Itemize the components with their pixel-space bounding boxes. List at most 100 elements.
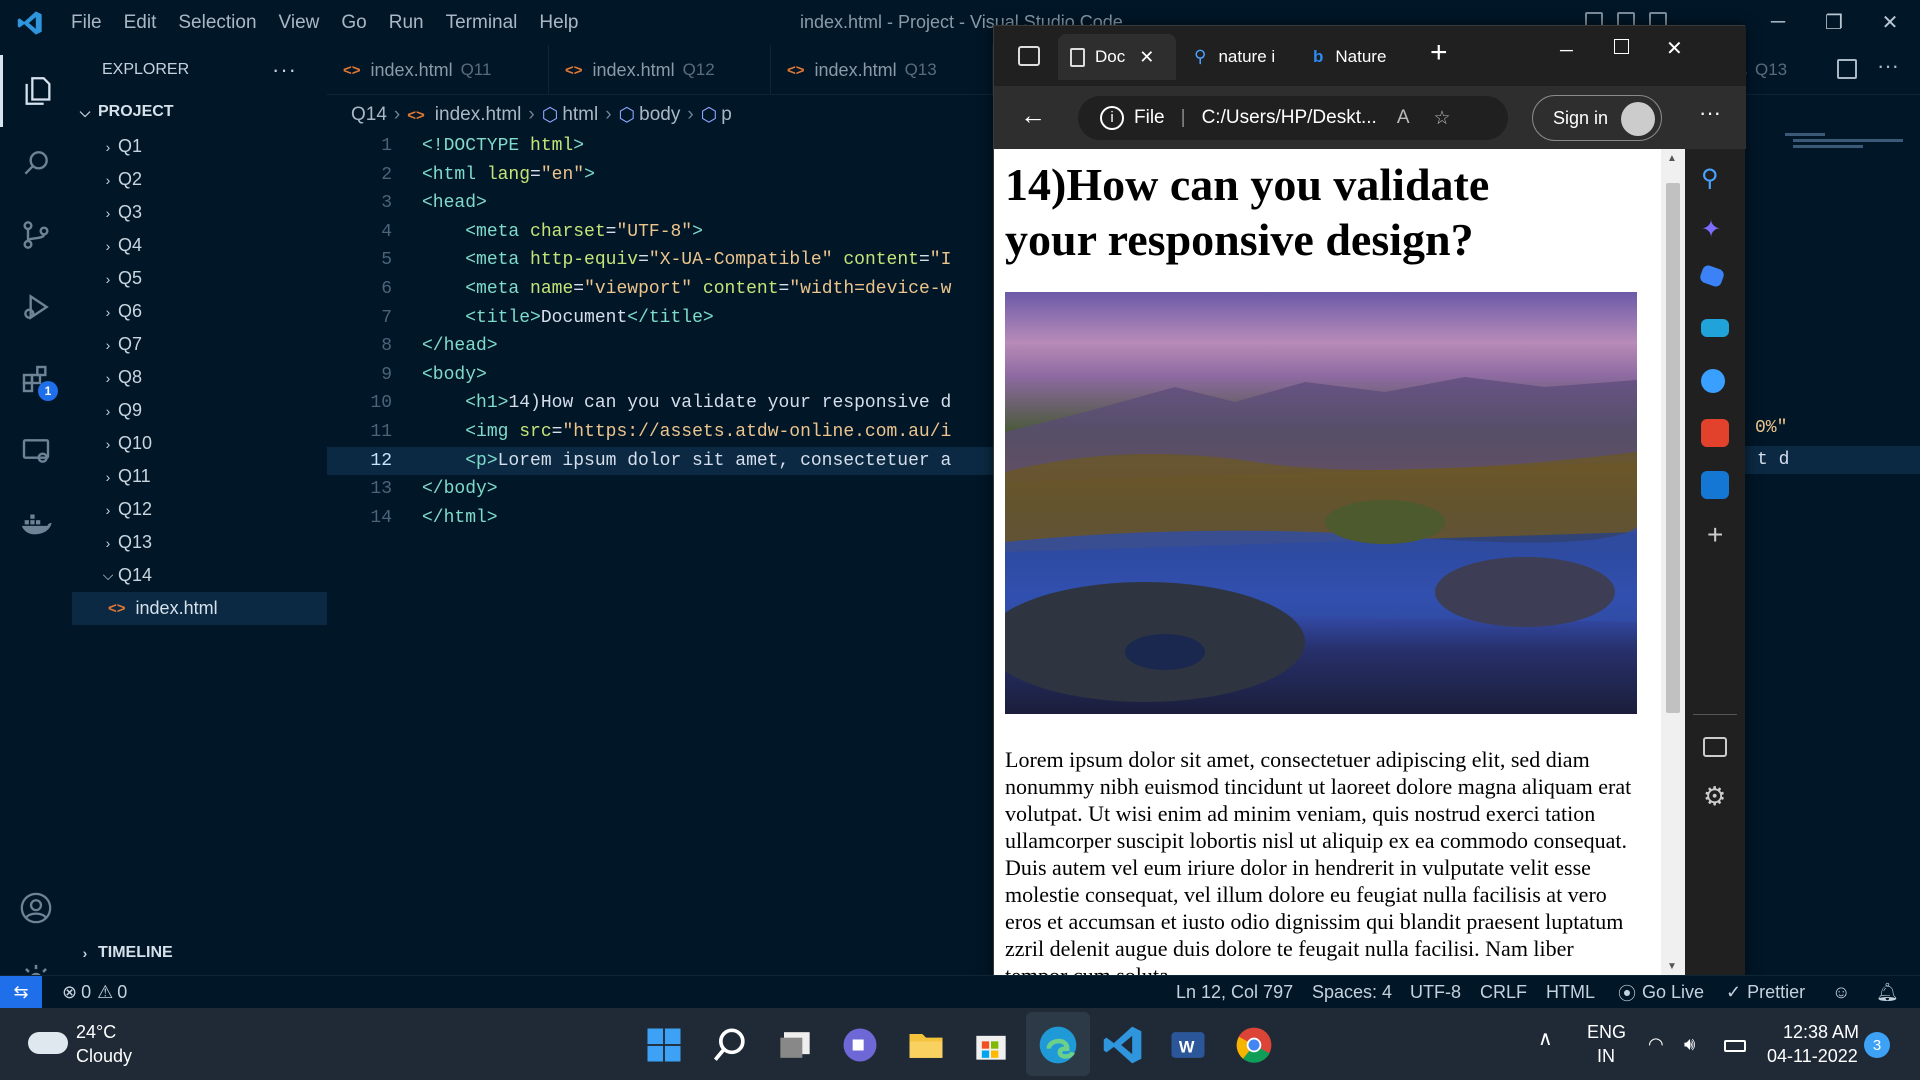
maximize-icon[interactable] [1614,39,1629,54]
start-windows-icon[interactable] [642,1023,686,1067]
menu-selection[interactable]: Selection [167,0,267,45]
tab-q12-index[interactable]: <> index.html Q12 [549,45,771,95]
folder-q6[interactable]: › Q6 [72,295,327,328]
show-hidden-icons[interactable]: ∧ [1538,1026,1553,1051]
close-window-icon[interactable]: ✕ [1862,0,1918,45]
menu-edit[interactable]: Edit [113,0,168,45]
breadcrumb-html[interactable]: html [562,104,598,126]
clock-date[interactable]: 04-11-2022 [1767,1046,1858,1067]
word-icon[interactable]: W [1166,1023,1210,1067]
battery-icon[interactable] [1724,1040,1746,1052]
new-tab-icon[interactable]: + [1430,36,1448,70]
microsoft-store-icon[interactable] [969,1023,1013,1067]
explorer-icon[interactable] [0,55,72,127]
chrome-icon[interactable] [1232,1023,1276,1067]
minimize-icon[interactable]: ─ [1560,40,1573,61]
project-section-header[interactable]: ⌵ PROJECT [72,97,327,127]
indentation[interactable]: Spaces: 4 [1312,976,1392,1009]
folder-q8[interactable]: › Q8 [72,361,327,394]
sign-in-button[interactable]: Sign in [1532,95,1662,141]
notification-count-badge[interactable]: 3 [1864,1032,1890,1058]
breadcrumb-body[interactable]: body [639,104,680,126]
restore-icon[interactable]: ❐ [1806,0,1862,45]
weather-condition[interactable]: Cloudy [76,1046,132,1067]
office-icon[interactable] [1701,419,1729,447]
docker-icon[interactable] [0,487,72,559]
weather-temp[interactable]: 24°C [76,1022,116,1043]
search-icon[interactable] [708,1023,752,1067]
run-debug-icon[interactable] [0,271,72,343]
timeline-section-header[interactable]: › TIMELINE [72,938,327,968]
gear-icon[interactable]: ⚙ [1703,781,1726,812]
language-mode[interactable]: HTML [1546,976,1595,1009]
remote-explorer-icon[interactable] [0,415,72,487]
split-editor-icon[interactable] [1837,59,1857,79]
close-tab-icon[interactable]: ✕ [1139,47,1154,68]
folder-q9[interactable]: › Q9 [72,394,327,427]
more-actions-icon[interactable]: ··· [1877,53,1899,79]
language-eng[interactable]: ENG [1587,1022,1626,1043]
folder-q2[interactable]: › Q2 [72,163,327,196]
menu-help[interactable]: Help [528,0,589,45]
breadcrumb-p[interactable]: p [721,104,732,126]
browser-tab-nature-search[interactable]: ⚲ nature i [1188,34,1296,80]
vscode-icon[interactable] [1101,1023,1145,1067]
minimize-icon[interactable]: ─ [1750,0,1806,45]
menu-file[interactable]: File [60,0,113,45]
folder-q11[interactable]: › Q11 [72,460,327,493]
wifi-icon[interactable]: ◠ [1648,1034,1664,1055]
more-actions-icon[interactable]: ··· [272,57,297,83]
scroll-thumb[interactable] [1666,183,1680,713]
file-explorer-icon[interactable] [904,1023,948,1067]
folder-q13[interactable]: › Q13 [72,526,327,559]
cursor-position[interactable]: Ln 12, Col 797 [1176,976,1293,1009]
menu-view[interactable]: View [268,0,331,45]
cloud-icon[interactable] [28,1032,68,1054]
menu-run[interactable]: Run [378,0,435,45]
folder-q7[interactable]: › Q7 [72,328,327,361]
folder-q12[interactable]: › Q12 [72,493,327,526]
menu-go[interactable]: Go [330,0,377,45]
remote-indicator-icon[interactable]: ⇆ [0,976,42,1009]
address-bar[interactable]: i File | C:/Users/HP/Deskt... A ☆ [1078,96,1508,140]
clock-time[interactable]: 12:38 AM [1783,1022,1859,1043]
problems-indicator[interactable]: ⊗ 0 ⚠ 0 [62,976,127,1009]
scroll-up-icon[interactable]: ▲ [1667,153,1677,164]
minimap[interactable] [1785,133,1905,158]
extensions-icon[interactable]: 1 [0,343,72,415]
search-icon[interactable]: ⚲ [1701,164,1729,192]
source-control-icon[interactable] [0,199,72,271]
folder-q3[interactable]: › Q3 [72,196,327,229]
page-scrollbar[interactable]: ▲ ▼ [1661,149,1685,979]
favorite-icon[interactable]: ☆ [1434,107,1451,130]
outlook-icon[interactable] [1701,471,1729,499]
feedback-icon[interactable]: ☺ [1832,976,1850,1009]
tab-partial[interactable]: sQ13 [1738,45,1828,95]
notifications-bell-icon[interactable]: 🔔︎ [1876,976,1899,1009]
search-icon[interactable] [0,127,72,199]
back-arrow-icon[interactable]: ← [1020,100,1046,131]
encoding[interactable]: UTF-8 [1410,976,1461,1009]
shopping-tag-icon[interactable] [1698,263,1726,289]
file-index-html[interactable]: <> index.html [72,592,327,625]
tools-icon[interactable] [1701,319,1729,337]
accounts-icon[interactable] [0,872,72,944]
folder-q10[interactable]: › Q10 [72,427,327,460]
browser-tab-nature[interactable]: b Nature [1307,34,1417,80]
tab-q13-index[interactable]: <> index.html Q13 [771,45,993,95]
teams-chat-icon[interactable] [838,1023,882,1067]
tab-q11-index[interactable]: <> index.html Q11 [327,45,549,95]
breadcrumb-file[interactable]: index.html [435,104,522,126]
line-ending[interactable]: CRLF [1480,976,1527,1009]
browser-tab-doc[interactable]: Doc ✕ [1058,34,1176,80]
go-live-button[interactable]: ⦿ Go Live [1618,976,1704,1009]
volume-icon[interactable]: 🔊︎ [1684,1034,1695,1055]
edge-browser-icon[interactable] [1036,1023,1080,1067]
copilot-icon[interactable]: ✦ [1701,215,1729,243]
menu-terminal[interactable]: Terminal [435,0,529,45]
games-icon[interactable] [1701,369,1725,393]
read-aloud-icon[interactable]: A [1397,107,1410,129]
close-window-icon[interactable]: ✕ [1666,36,1683,61]
folder-q14[interactable]: ⌵ Q14 [72,559,327,592]
info-icon[interactable]: i [1100,106,1124,130]
